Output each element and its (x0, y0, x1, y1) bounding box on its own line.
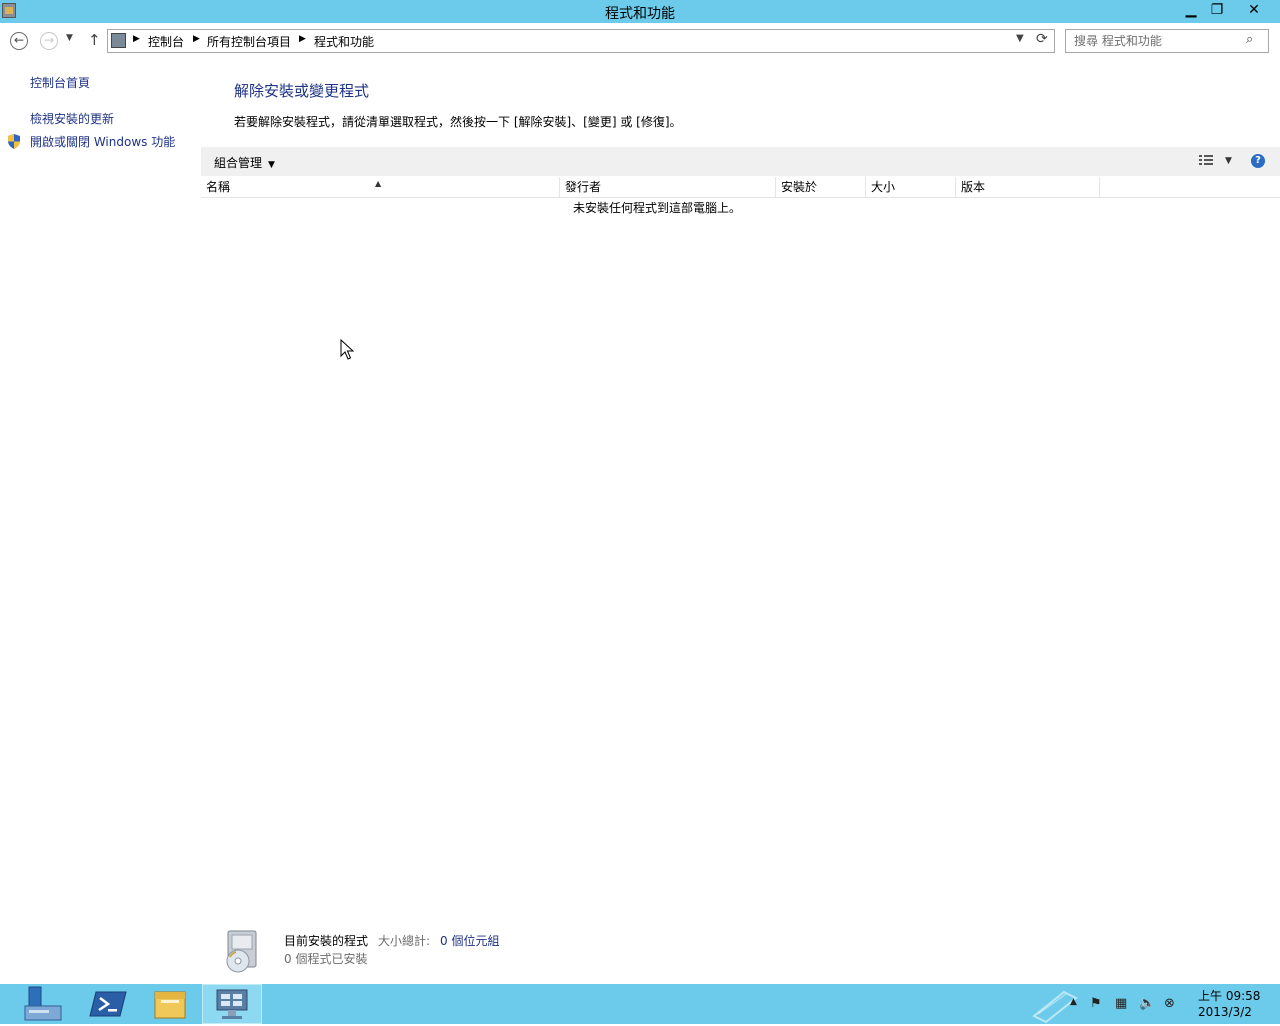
clock-date[interactable]: 2013/3/2 (1198, 1005, 1252, 1019)
breadcrumb-chevron-icon[interactable]: ▶ (299, 34, 306, 44)
show-hidden-icons-chevron-up-icon[interactable]: ▲ (1070, 997, 1077, 1007)
column-header-version[interactable]: 版本 (956, 177, 1100, 197)
clock-time[interactable]: 上午 09:58 (1198, 987, 1260, 1004)
details-size-value: 0 個位元組 (440, 934, 500, 948)
close-button[interactable]: ✕ (1230, 0, 1278, 21)
column-header-publisher[interactable]: 發行者 (560, 177, 776, 197)
search-box: ⌕ (1065, 29, 1269, 53)
details-program-count: 0 個程式已安裝 (284, 952, 368, 966)
forward-button[interactable]: → (40, 32, 58, 50)
column-header-name[interactable]: 名稱 ▲ (201, 177, 560, 197)
network-disconnected-icon[interactable]: ⊗ (1164, 996, 1175, 1011)
server-manager-icon[interactable] (5, 984, 62, 1024)
recent-locations-chevron-down-icon[interactable]: ▼ (66, 33, 73, 43)
chevron-down-icon: ▼ (268, 160, 275, 170)
control-panel-icon (111, 33, 126, 48)
back-button[interactable]: ← (10, 32, 28, 50)
view-options-chevron-down-icon[interactable]: ▼ (1225, 156, 1232, 166)
search-icon[interactable]: ⌕ (1246, 32, 1253, 47)
address-bar[interactable]: ▶ 控制台 ▶ 所有控制台項目 ▶ 程式和功能 ▼ ⟳ (107, 29, 1055, 53)
column-header-installed-on[interactable]: 安裝於 (776, 177, 866, 197)
refresh-icon[interactable]: ⟳ (1036, 31, 1048, 47)
breadcrumb-chevron-icon[interactable]: ▶ (133, 34, 140, 44)
navigation-bar: ← → ▼ ↑ ▶ 控制台 ▶ 所有控制台項目 ▶ 程式和功能 ▼ ⟳ ⌕ (0, 23, 1280, 59)
powershell-icon[interactable] (80, 984, 137, 1024)
turn-windows-features-link[interactable]: 開啟或關閉 Windows 功能 (30, 133, 175, 150)
sort-ascending-icon: ▲ (375, 179, 382, 188)
column-header-size[interactable]: 大小 (866, 177, 956, 197)
taskbar: ▲ ⚑ ▦ 🔈 ⊗ 上午 09:58 2013/3/2 (0, 984, 1280, 1024)
address-dropdown-chevron-down-icon[interactable]: ▼ (1016, 33, 1024, 44)
minimize-button[interactable]: ▁ (1178, 0, 1204, 21)
column-headers: 名稱 ▲ 發行者 安裝於 大小 版本 (201, 177, 1280, 198)
file-explorer-icon[interactable] (142, 984, 199, 1024)
window-title: 程式和功能 (605, 6, 675, 22)
control-panel-home-link[interactable]: 控制台首頁 (30, 74, 90, 91)
help-icon[interactable]: ? (1251, 154, 1265, 168)
details-label: 目前安裝的程式 (284, 934, 369, 948)
organize-label: 組合管理 (214, 156, 263, 170)
details-size-label: 大小總計: (378, 934, 431, 948)
breadcrumb-programs[interactable]: 程式和功能 (314, 33, 374, 50)
view-installed-updates-link[interactable]: 檢視安裝的更新 (30, 110, 114, 127)
breadcrumb-control-panel[interactable]: 控制台 (148, 33, 184, 50)
search-input[interactable] (1072, 33, 1246, 49)
control-panel-taskbar-button[interactable] (202, 984, 262, 1024)
column-name-label: 名稱 (206, 180, 231, 194)
volume-muted-icon[interactable]: 🔈 (1139, 996, 1155, 1011)
command-bar: 組合管理 ▼ ▼ ? (201, 147, 1280, 176)
breadcrumb-chevron-icon[interactable]: ▶ (193, 34, 200, 44)
network-warning-icon[interactable]: ▦ (1115, 996, 1127, 1011)
shield-icon (8, 134, 20, 149)
mouse-cursor-icon (340, 339, 354, 360)
breadcrumb-all-items[interactable]: 所有控制台項目 (207, 33, 291, 50)
action-center-flag-icon[interactable]: ⚑ (1090, 996, 1102, 1011)
page-title: 解除安裝或變更程式 (234, 82, 370, 100)
installed-programs-icon (226, 930, 257, 973)
details-view-icon[interactable] (1199, 154, 1213, 166)
organize-button[interactable]: 組合管理 ▼ (214, 154, 275, 171)
title-bar: 程式和功能 ▁ ❐ ✕ (0, 0, 1280, 23)
control-panel-icon (216, 989, 248, 1019)
empty-list-text: 未安裝任何程式到這部電腦上。 (573, 201, 742, 215)
empty-list-message: 未安裝任何程式到這部電腦上。 (201, 199, 1280, 216)
restore-button[interactable]: ❐ (1204, 0, 1230, 21)
up-arrow-icon[interactable]: ↑ (88, 31, 101, 49)
page-description: 若要解除安裝程式，請從清單選取程式，然後按一下 [解除安裝]、[變更] 或 [修… (234, 115, 682, 129)
